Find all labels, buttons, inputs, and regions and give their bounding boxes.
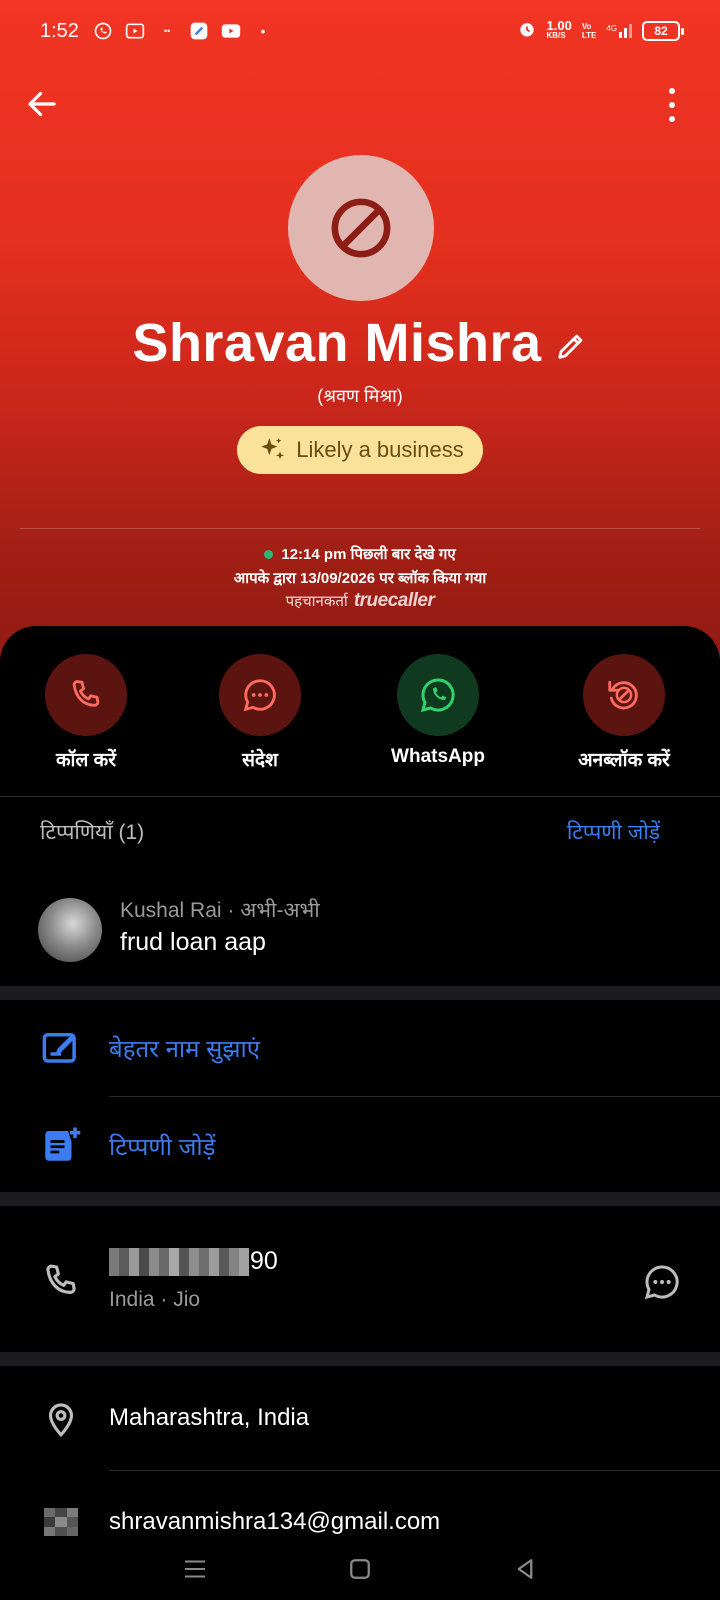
- back-nav-button[interactable]: [510, 1554, 540, 1584]
- comment-meta: Kushal Rai · अभी-अभी: [120, 896, 320, 924]
- identified-by: पहचानकर्ता truecaller: [0, 590, 720, 612]
- send-message-button[interactable]: [642, 1262, 682, 1302]
- business-badge-label: Likely a business: [296, 437, 464, 462]
- comment-separator: ·: [227, 899, 241, 922]
- phone-number-icon: [40, 1260, 82, 1302]
- status-time: 1:52: [40, 20, 79, 42]
- comments-header: टिप्पणियाँ (1): [40, 821, 145, 844]
- back-button[interactable]: [24, 86, 60, 122]
- identified-by-label: पहचानकर्ता: [285, 593, 348, 610]
- misc-notification-icon: ••: [163, 26, 171, 36]
- message-action[interactable]: संदेश: [170, 654, 350, 772]
- edit-name-icon[interactable]: [554, 329, 588, 363]
- section-divider: [0, 1352, 720, 1366]
- call-button[interactable]: [45, 654, 127, 736]
- suggest-name-icon: [40, 1026, 82, 1068]
- more-options-button[interactable]: [662, 88, 682, 122]
- call-action[interactable]: कॉल करें: [0, 654, 176, 772]
- header-divider: [20, 528, 700, 529]
- add-note-button[interactable]: टिप्पणी जोड़ें: [109, 1130, 215, 1163]
- location-icon: [40, 1398, 82, 1440]
- address-text[interactable]: Maharashtra, India: [109, 1404, 309, 1432]
- add-comment-link[interactable]: टिप्पणी जोड़ें: [567, 818, 660, 846]
- message-icon: [243, 679, 276, 712]
- status-bar: 1:52 •• • 1.00 KB/S Vo LTE 4G 82: [0, 0, 720, 64]
- youtube-notification-icon: [124, 20, 146, 42]
- app-notification-icon: [188, 20, 210, 42]
- divider: [0, 796, 720, 797]
- message-label: संदेश: [242, 750, 278, 771]
- blocked-info: आपके द्वारा 13/09/2026 पर ब्लॉक किया गया: [233, 570, 487, 587]
- volte-icon: Vo LTE: [581, 21, 597, 40]
- comment-text: frud loan aap: [120, 928, 266, 956]
- email-icon: [44, 1508, 78, 1536]
- unblock-button[interactable]: [583, 654, 665, 736]
- divider: [109, 1096, 720, 1097]
- email-text[interactable]: shravanmishra134@gmail.com: [109, 1508, 440, 1536]
- comment-time: अभी-अभी: [240, 899, 320, 922]
- contact-alt-name: (श्रवण मिश्रा): [317, 386, 403, 406]
- block-icon: [331, 198, 391, 258]
- sparkle-icon: [261, 438, 285, 460]
- whatsapp-notification-icon: [92, 20, 114, 42]
- whatsapp-icon: [420, 678, 455, 713]
- phone-number-suffix[interactable]: 90: [250, 1247, 278, 1276]
- youtube-icon: [220, 20, 242, 42]
- business-badge[interactable]: Likely a business: [237, 426, 483, 474]
- add-note-icon: [40, 1124, 82, 1166]
- notification-icons: •• •: [92, 20, 274, 42]
- phone-icon: [72, 680, 100, 707]
- truecaller-logo: truecaller: [353, 590, 435, 611]
- network-speed: 1.00 KB/S: [546, 17, 572, 40]
- last-seen: 12:14 pm पिछली बार देखे गए: [0, 544, 720, 564]
- divider: [109, 1470, 720, 1471]
- whatsapp-action[interactable]: WhatsApp: [348, 654, 528, 768]
- contact-name-row: Shravan Mishra: [0, 312, 720, 374]
- commenter-avatar: [38, 898, 102, 962]
- masked-phone-number: [109, 1248, 249, 1276]
- unblock-icon: [608, 680, 638, 710]
- signal-icon: 4G: [606, 23, 632, 38]
- system-status-icons: 1.00 KB/S Vo LTE 4G 82: [517, 17, 684, 42]
- call-label: कॉल करें: [55, 750, 117, 771]
- system-nav-bar: [0, 1540, 720, 1600]
- online-dot-icon: [264, 549, 274, 559]
- comment-author: Kushal Rai: [120, 899, 222, 922]
- blocked-avatar: [288, 155, 434, 301]
- unblock-label: अनब्लॉक करें: [578, 750, 670, 771]
- recent-apps-button[interactable]: [180, 1554, 210, 1584]
- suggest-name-button[interactable]: बेहतर नाम सुझाएं: [109, 1032, 260, 1065]
- section-divider: [0, 986, 720, 1000]
- section-divider: [0, 1192, 720, 1206]
- more-notifications-dot-icon: •: [260, 23, 266, 39]
- message-icon: [644, 1265, 679, 1300]
- last-seen-text: 12:14 pm पिछली बार देखे गए: [281, 546, 456, 563]
- home-button[interactable]: [345, 1554, 375, 1584]
- whatsapp-button[interactable]: [397, 654, 479, 736]
- action-buttons: कॉल करें संदेश WhatsApp अनब्लॉक करें: [0, 654, 720, 774]
- contact-name: Shravan Mishra: [132, 313, 542, 373]
- alarm-icon: [517, 19, 537, 42]
- unblock-action[interactable]: अनब्लॉक करें: [534, 654, 714, 772]
- battery-indicator: 82: [642, 20, 684, 41]
- message-button[interactable]: [219, 654, 301, 736]
- phone-carrier: India · Jio: [109, 1288, 201, 1311]
- whatsapp-label: WhatsApp: [391, 746, 485, 767]
